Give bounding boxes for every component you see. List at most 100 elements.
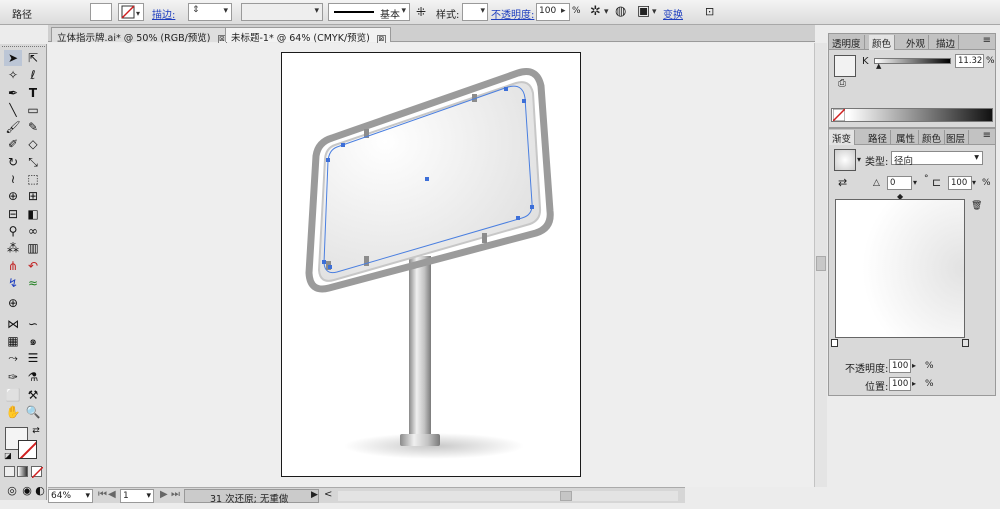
prev-page-icon[interactable]: ◀ xyxy=(108,489,116,500)
k-slider[interactable] xyxy=(874,58,951,64)
blend-tool-icon[interactable]: ∞ xyxy=(24,223,42,239)
tab-gradient[interactable]: 渐变 xyxy=(829,130,856,145)
reshape-tool-icon[interactable]: ⤳ xyxy=(4,350,22,366)
grid-tool-icon[interactable]: ▦ xyxy=(4,333,22,349)
direct-selection-tool-icon[interactable]: ⇱ xyxy=(24,50,42,66)
stroke-color-box[interactable] xyxy=(18,440,37,459)
chevron-down-icon[interactable]: ▾ xyxy=(972,178,976,187)
align-icon[interactable]: ▣ xyxy=(637,3,650,19)
eraser-tool-icon[interactable]: ◇ xyxy=(24,136,42,152)
shape-builder-tool-icon[interactable]: ⊕ xyxy=(4,188,22,204)
pen-tool-icon[interactable]: ✒ xyxy=(4,85,22,101)
options-icon[interactable]: ⊡ xyxy=(705,5,714,18)
recolor-icon[interactable]: ✲ xyxy=(590,4,601,19)
draw-inside-icon[interactable]: ◐ xyxy=(31,482,49,498)
scroll-thumb[interactable] xyxy=(560,491,572,501)
artboard-tool-icon[interactable]: ⬜ xyxy=(4,387,22,403)
first-page-icon[interactable]: ⏮ xyxy=(98,489,107,500)
status-menu-arrow[interactable]: ▶ xyxy=(311,490,318,500)
none-swatch-icon[interactable] xyxy=(833,109,845,121)
tab-stroke[interactable]: 描边 xyxy=(933,35,960,50)
default-colors-icon[interactable]: ◪ xyxy=(3,450,13,460)
width-tool-icon[interactable]: ⋔ xyxy=(4,258,22,274)
slice-tool-icon[interactable]: ⚒ xyxy=(24,387,42,403)
live-paint-tool-icon[interactable]: ⊞ xyxy=(24,188,42,204)
pole-base[interactable] xyxy=(400,434,440,446)
none-mode-icon[interactable] xyxy=(31,466,44,479)
delete-stop-icon[interactable]: 🗑 xyxy=(971,201,982,211)
chevron-down-icon[interactable]: ▾ xyxy=(913,178,917,187)
column-graph-tool-icon[interactable]: ▥ xyxy=(24,240,42,256)
rotate-tool-icon[interactable]: ↻ xyxy=(4,154,22,170)
mesh-tool-icon[interactable]: ⋈ xyxy=(4,316,22,332)
slider-handle-icon[interactable]: ▲ xyxy=(876,62,881,70)
anchor-tool-icon[interactable]: ↯ xyxy=(4,275,22,291)
stop-opacity-input[interactable]: 100 xyxy=(889,359,911,373)
color-picker-tool-icon[interactable]: ✑ xyxy=(4,369,22,385)
style-swatch[interactable]: ▾ xyxy=(462,3,488,21)
chevron-down-icon[interactable]: ▾ xyxy=(857,155,861,164)
tab-swatch-color[interactable]: 颜色 xyxy=(919,130,946,145)
color-mode-icon[interactable] xyxy=(4,466,15,477)
selection-tool-icon[interactable]: ➤ xyxy=(4,50,22,66)
eyedropper-tool-icon[interactable]: ⚲ xyxy=(4,223,22,239)
list-tool-icon[interactable]: ☰ xyxy=(24,350,42,366)
measure-tool-icon[interactable]: ⚗ xyxy=(24,369,42,385)
stroke-swatch[interactable]: ▾ xyxy=(118,3,144,21)
gradient-stop-right[interactable] xyxy=(962,339,969,347)
fill-swatch[interactable] xyxy=(834,55,856,77)
tab-appearance[interactable]: 外观 xyxy=(903,35,930,50)
panel-menu-icon[interactable]: ≡ xyxy=(983,130,991,141)
artboard[interactable] xyxy=(281,52,581,477)
gradient-type-select[interactable]: 径向 ▾ xyxy=(891,151,983,167)
history-status[interactable]: 31 次还原; 无重做 xyxy=(184,489,319,505)
tab-transparency[interactable]: 透明度 xyxy=(829,35,865,50)
globe-icon[interactable]: ◍ xyxy=(615,4,626,19)
crosshair-tool-icon[interactable]: ⊕ xyxy=(4,295,22,311)
twirl-tool-icon[interactable]: ๑ xyxy=(24,333,42,349)
last-page-icon[interactable]: ⏭ xyxy=(171,489,180,500)
stroke-weight-input[interactable]: ⇕ ▾ xyxy=(188,3,232,21)
tab-pathfinder[interactable]: 路径 xyxy=(865,130,892,145)
gradient-preview[interactable] xyxy=(835,199,965,338)
magic-wand-tool-icon[interactable]: ✧ xyxy=(4,67,22,83)
gradient-mode-icon[interactable] xyxy=(17,466,28,477)
scale-tool-icon[interactable]: ⤡ xyxy=(24,154,42,170)
warp-tool-icon[interactable]: ≀ xyxy=(4,171,22,187)
tab-attributes[interactable]: 属性 xyxy=(893,130,920,145)
page-select[interactable]: 1 ▾ xyxy=(120,489,154,503)
paintbrush-tool-icon[interactable]: 🖌 xyxy=(4,119,22,135)
chevron-right-icon[interactable]: ▸ xyxy=(912,379,916,388)
tab-color[interactable]: 颜色 xyxy=(869,35,896,50)
line-tool-icon[interactable]: ╲ xyxy=(4,102,22,118)
billboard-artwork[interactable] xyxy=(282,53,582,478)
curvature-tool-icon[interactable]: ↶ xyxy=(24,258,42,274)
smooth-tool-icon[interactable]: ≈ xyxy=(24,275,42,291)
scroll-thumb[interactable] xyxy=(816,256,826,271)
grid-icon[interactable]: ⁜ xyxy=(416,5,426,19)
transform-link[interactable]: 变换 xyxy=(663,6,683,21)
zoom-select[interactable]: 64% ▾ xyxy=(48,489,93,503)
pencil-tool-icon[interactable]: ✎ xyxy=(24,119,42,135)
swap-icon[interactable]: ⇄ xyxy=(30,425,42,437)
hand-tool-icon[interactable]: ✋ xyxy=(4,404,22,420)
gradient-stop-left[interactable] xyxy=(831,339,838,347)
next-page-icon[interactable]: ▶ xyxy=(160,489,168,500)
chevron-right-icon[interactable]: ▸ xyxy=(912,361,916,370)
tab-layers[interactable]: 图层 xyxy=(943,130,970,145)
rectangle-tool-icon[interactable]: ▭ xyxy=(24,102,42,118)
horizontal-scrollbar[interactable] xyxy=(338,491,678,501)
zoom-tool-icon[interactable]: 🔍 xyxy=(24,404,42,420)
location-input[interactable]: 100 xyxy=(889,377,911,391)
billboard-panel[interactable] xyxy=(317,81,542,282)
billboard-pole[interactable] xyxy=(409,256,431,441)
reverse-gradient-icon[interactable]: ⇄ xyxy=(838,176,847,189)
tab-document-2[interactable]: 未标题-1* @ 64% (CMYK/预览) ⊠ xyxy=(225,27,391,44)
angle-input[interactable]: 0 xyxy=(887,176,912,190)
perspective-grid-tool-icon[interactable]: ⊟ xyxy=(4,206,22,222)
vertical-scrollbar[interactable] xyxy=(814,43,827,487)
free-transform-tool-icon[interactable]: ⬚ xyxy=(24,171,42,187)
aspect-ratio-input[interactable]: 100 xyxy=(948,176,972,190)
variable-width-select[interactable]: ▾ xyxy=(241,3,323,21)
gradient-swatch[interactable] xyxy=(834,149,856,171)
